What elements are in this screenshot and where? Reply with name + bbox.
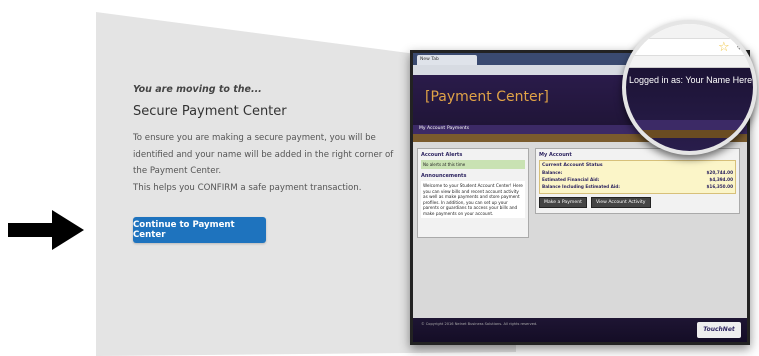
alerts-card: Account Alerts No alerts at this time An…: [417, 148, 529, 238]
footer-text: © Copyright 2016 Nelnet Business Solutio…: [421, 322, 538, 326]
alerts-title: Account Alerts: [421, 152, 463, 158]
touchnet-logo: TouchNet: [697, 322, 741, 338]
status-value: $16,350.00: [706, 184, 734, 189]
view-activity-button: View Account Activity: [590, 197, 651, 208]
page: You are moving to the... Secure Payment …: [0, 0, 759, 356]
make-payment-button: Make a Payment: [539, 197, 587, 208]
status-box: Current Account Status Balance: $20,744.…: [539, 160, 736, 194]
bubble-address-bar: [626, 38, 753, 56]
my-account-title: My Account: [539, 152, 572, 158]
bubble-nav-strip: [626, 120, 753, 130]
confirm-text: This helps you CONFIRM a safe payment tr…: [133, 183, 362, 193]
status-title: Current Account Status: [542, 163, 603, 168]
intro-text: You are moving to the...: [133, 84, 262, 95]
star-icon: ☆: [718, 40, 730, 55]
status-value: $4,394.00: [709, 177, 733, 182]
screenshot-body: Account Alerts No alerts at this time An…: [413, 142, 747, 318]
description-text: To ensure you are making a secure paymen…: [133, 133, 394, 176]
continue-button[interactable]: Continue to Payment Center: [133, 217, 266, 243]
my-account-card: My Account Current Account Status Balanc…: [535, 148, 740, 214]
right-arrow-icon: [8, 210, 84, 250]
screenshot-nav-payments: Payments: [447, 126, 470, 131]
screenshot-nav-my-account: My Account: [419, 126, 446, 131]
status-label: Balance:: [542, 170, 563, 175]
announcements-title: Announcements: [421, 173, 467, 179]
alerts-ok: No alerts at this time: [421, 160, 525, 169]
status-label: Balance Including Estimated Aid:: [542, 184, 620, 189]
status-row: Estimated Financial Aid: $4,394.00: [542, 177, 733, 182]
screenshot-footer: © Copyright 2016 Nelnet Business Solutio…: [413, 318, 747, 342]
screenshot-tab: New Tab: [417, 55, 477, 65]
account-actions: Make a Payment View Account Activity: [539, 197, 736, 208]
status-label: Estimated Financial Aid:: [542, 177, 600, 182]
status-row: Balance Including Estimated Aid: $16,350…: [542, 184, 733, 189]
page-heading: Secure Payment Center: [133, 104, 287, 119]
zoom-bubble: ☆ ⚙ Logged in as: Your Name Here: [622, 20, 757, 155]
status-value: $20,744.00: [706, 170, 734, 175]
bubble-subnav-strip: [626, 130, 753, 138]
announcement-text: Welcome to your Student Account Center! …: [421, 181, 525, 218]
status-row: Balance: $20,744.00: [542, 170, 733, 175]
logged-in-label: Logged in as: Your Name Here: [629, 75, 753, 85]
gear-icon: ⚙: [736, 39, 748, 54]
screenshot-title: [Payment Center]: [425, 89, 549, 105]
